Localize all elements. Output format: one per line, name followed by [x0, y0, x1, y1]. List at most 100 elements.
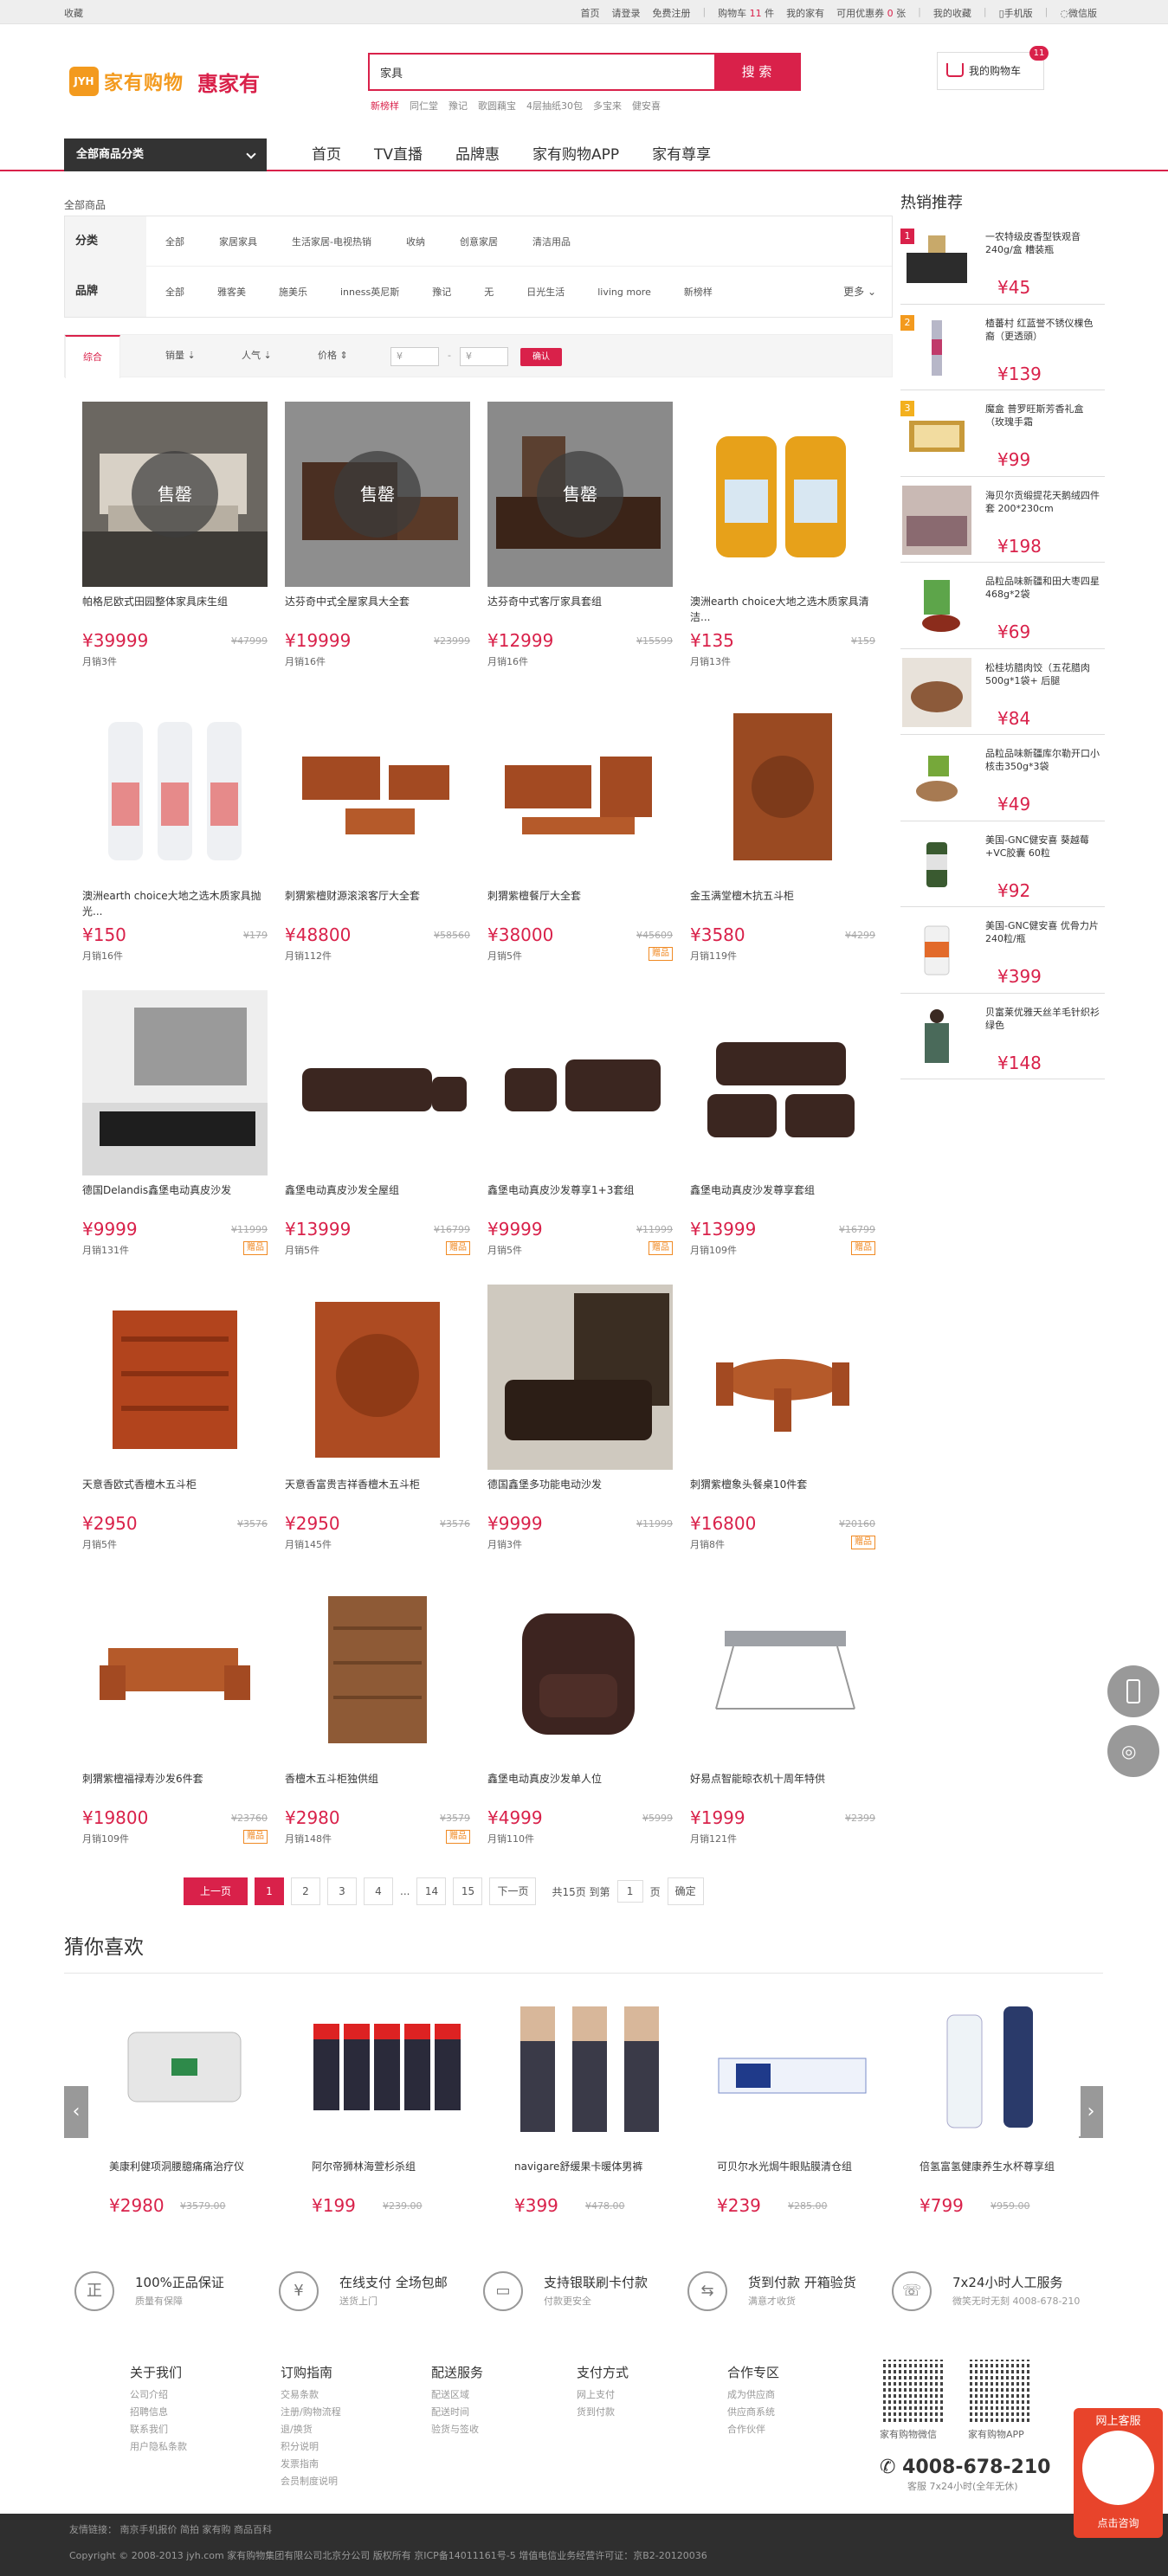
filter-option[interactable]: 清洁用品 [532, 235, 571, 248]
footer-link[interactable]: 积分说明 [281, 2438, 384, 2456]
hot-word[interactable]: 健安喜 [632, 99, 661, 113]
product-name[interactable]: 德国鑫堡多功能电动沙发 [487, 1477, 673, 1508]
hot-word[interactable]: 4层抽纸30包 [526, 99, 583, 113]
filter-option[interactable]: 创意家居 [460, 235, 498, 248]
weixin-link[interactable]: ◌微信版 [1060, 6, 1097, 20]
filter-option[interactable]: 全部 [165, 235, 184, 248]
price-confirm-button[interactable]: 确认 [520, 348, 562, 366]
price-max-input[interactable]: ¥ [460, 347, 508, 366]
footer-link[interactable]: 验货与签收 [431, 2421, 535, 2438]
page-2[interactable]: 2 [291, 1877, 320, 1905]
carousel-prev-button[interactable]: ‹ [64, 2086, 88, 2138]
product-image[interactable]: 售罄 [285, 402, 470, 587]
product-image[interactable] [285, 1285, 470, 1470]
product-name[interactable]: 香檀木五斗柜独供组 [285, 1771, 470, 1802]
nav-tv-live[interactable]: TV直播 [374, 138, 423, 171]
filter-option[interactable]: 生活家居-电视热销 [292, 235, 371, 248]
footer-link[interactable]: 成为供应商 [727, 2386, 831, 2404]
mobile-float-button[interactable] [1107, 1665, 1159, 1717]
sidebar-item[interactable]: 品粒品味新疆库尔勒开口小核击350g*3袋 ¥49 [900, 735, 1105, 821]
filter-option[interactable]: 收纳 [406, 235, 425, 248]
jump-page-input[interactable]: 1 [616, 1880, 643, 1903]
sidebar-item[interactable]: 海贝尔贡缎提花天鹅绒四件套 200*230cm ¥198 [900, 477, 1105, 563]
sidebar-item[interactable]: 品粒品味新疆和田大枣四星468g*2袋 ¥69 [900, 563, 1105, 649]
page-15[interactable]: 15 [453, 1877, 483, 1905]
footer-link[interactable]: 网上支付 [577, 2386, 681, 2404]
product-card[interactable]: 鑫堡电动真皮沙发全屋组 ¥13999 ¥16799 月销5件 赠品 [285, 990, 470, 1267]
sidebar-item-title[interactable]: 一农特级皮香型铁观音240g/盒 糟装瓶 [985, 230, 1102, 270]
home-link[interactable]: 首页 [580, 6, 599, 20]
product-image[interactable] [82, 990, 268, 1175]
hot-word[interactable]: 多宝来 [593, 99, 622, 113]
product-name[interactable]: 达芬奇中式全屋家具大全套 [285, 594, 470, 625]
brand-option[interactable]: 豫记 [432, 285, 451, 299]
product-name[interactable]: 刺猬紫檀财源滚滚客厅大全套 [285, 888, 470, 919]
hot-word[interactable]: 豫记 [448, 99, 468, 113]
sidebar-item-title[interactable]: 松桂坊腊肉饺（五花腊肉500g*1袋+ 后腿 [985, 661, 1102, 701]
product-card[interactable]: 金玉满堂檀木抗五斗柜 ¥3580 ¥4299 月销119件 [690, 696, 875, 973]
jump-confirm-button[interactable]: 确定 [667, 1877, 704, 1905]
search-input[interactable] [370, 55, 716, 89]
favorite-link[interactable]: 收藏 [64, 6, 83, 20]
brand-option[interactable]: 施美乐 [279, 285, 307, 299]
login-link[interactable]: 请登录 [611, 6, 640, 20]
product-card[interactable]: 刺猬紫檀象头餐桌10件套 ¥16800 ¥20160 月销8件 赠品 [690, 1285, 875, 1562]
footer-link[interactable]: 公司介绍 [130, 2386, 234, 2404]
sidebar-item-title[interactable]: 楂蕃村 红蓝誉不锈仪棵色裔（更透頭） [985, 317, 1102, 357]
product-name[interactable]: 鑫堡电动真皮沙发全屋组 [285, 1182, 470, 1214]
product-card[interactable]: 鑫堡电动真皮沙发单人位 ¥4999 ¥5999 月销110件 [487, 1579, 673, 1856]
product-card[interactable]: 天意香富贵吉祥香檀木五斗柜 ¥2950 ¥3576 月销145件 [285, 1285, 470, 1562]
product-image[interactable] [82, 1285, 268, 1470]
sidebar-item[interactable]: 贝富莱优雅天丝羊毛针织衫 绿色 ¥148 [900, 994, 1105, 1079]
my-favorites-link[interactable]: 我的收藏 [933, 6, 971, 20]
product-image[interactable] [487, 1579, 673, 1764]
brand-option[interactable]: inness英尼斯 [340, 285, 399, 299]
sidebar-item-title[interactable]: 贝富莱优雅天丝羊毛针织衫 绿色 [985, 1006, 1102, 1046]
product-image[interactable] [285, 696, 470, 881]
product-image[interactable]: 售罄 [487, 402, 673, 587]
sidebar-item[interactable]: 美国-GNC健安喜 优骨力片 240粒/瓶 ¥399 [900, 907, 1105, 994]
sort-price[interactable]: 价格 ⇕ [318, 335, 348, 377]
cart-button[interactable]: 我的购物车 11 [937, 46, 1049, 90]
register-link[interactable]: 免费注册 [652, 6, 690, 20]
product-name[interactable]: 刺猬紫檀象头餐桌10件套 [690, 1477, 875, 1508]
sidebar-item-title[interactable]: 魔盒 普罗旺斯芳香礼盒（玫瑰手霜 [985, 402, 1102, 442]
footer-link[interactable]: 配送时间 [431, 2404, 535, 2421]
footer-link[interactable]: 用户隐私条款 [130, 2438, 234, 2456]
product-card[interactable]: 售罄 达芬奇中式全屋家具大全套 ¥19999 ¥23999 月销16件 [285, 402, 470, 679]
footer-link[interactable]: 退/换货 [281, 2421, 384, 2438]
my-home-link[interactable]: 我的家有 [786, 6, 824, 20]
guess-item[interactable]: 阿尔帝狮林海萱杉杀组 ¥199 ¥239.00 [296, 1998, 473, 2216]
guess-name[interactable]: 可贝尔水光焗牛眼贴膜清仓组 [717, 2159, 890, 2174]
footer-link[interactable]: 会员制度说明 [281, 2473, 384, 2490]
product-name[interactable]: 鑫堡电动真皮沙发单人位 [487, 1771, 673, 1802]
weixin-float-button[interactable]: ◎ [1107, 1725, 1159, 1777]
hot-word[interactable]: 同仁堂 [410, 99, 438, 113]
sidebar-item[interactable]: 2 楂蕃村 红蓝誉不锈仪棵色裔（更透頭） ¥139 [900, 305, 1105, 390]
brand-option[interactable]: 雅客美 [217, 285, 246, 299]
footer-link[interactable]: 货到付款 [577, 2404, 681, 2421]
product-name[interactable]: 好易点智能晾衣机十周年特供 [690, 1771, 875, 1802]
product-name[interactable]: 天意香富贵吉祥香檀木五斗柜 [285, 1477, 470, 1508]
sidebar-item[interactable]: 1 一农特级皮香型铁观音240g/盒 糟装瓶 ¥45 [900, 218, 1105, 305]
nav-home[interactable]: 首页 [312, 138, 341, 171]
product-name[interactable]: 天意香欧式香檀木五斗柜 [82, 1477, 268, 1508]
product-image[interactable] [487, 1285, 673, 1470]
product-name[interactable]: 刺猬紫檀餐厅大全套 [487, 888, 673, 919]
product-card[interactable]: 刺猬紫檀餐厅大全套 ¥38000 ¥45609 月销5件 赠品 [487, 696, 673, 973]
footer-link[interactable]: 注册/购物流程 [281, 2404, 384, 2421]
product-image[interactable] [487, 696, 673, 881]
product-image[interactable] [690, 990, 875, 1175]
carousel-next-button[interactable]: › [1079, 2086, 1103, 2138]
guess-item[interactable]: navigare舒缓果卡暖体男裤 ¥399 ¥478.00 [499, 1998, 675, 2216]
guess-name[interactable]: navigare舒缓果卡暖体男裤 [514, 2159, 687, 2174]
footer-link[interactable]: 交易条款 [281, 2386, 384, 2404]
prev-page-button[interactable]: 上一页 [184, 1877, 248, 1905]
brand-option[interactable]: 全部 [165, 285, 184, 299]
nav-vip[interactable]: 家有尊享 [652, 138, 711, 171]
product-card[interactable]: 售罄 达芬奇中式客厅家具套组 ¥12999 ¥15599 月销16件 [487, 402, 673, 679]
product-image[interactable] [690, 1579, 875, 1764]
product-card[interactable]: 德国Delandis鑫堡电动真皮沙发 ¥9999 ¥11999 月销131件 赠… [82, 990, 268, 1267]
guess-item[interactable]: 倍氢富氢健康养生水杯尊享组 ¥799 ¥959.00 [904, 1998, 1081, 2216]
next-page-button[interactable]: 下一页 [489, 1877, 537, 1905]
